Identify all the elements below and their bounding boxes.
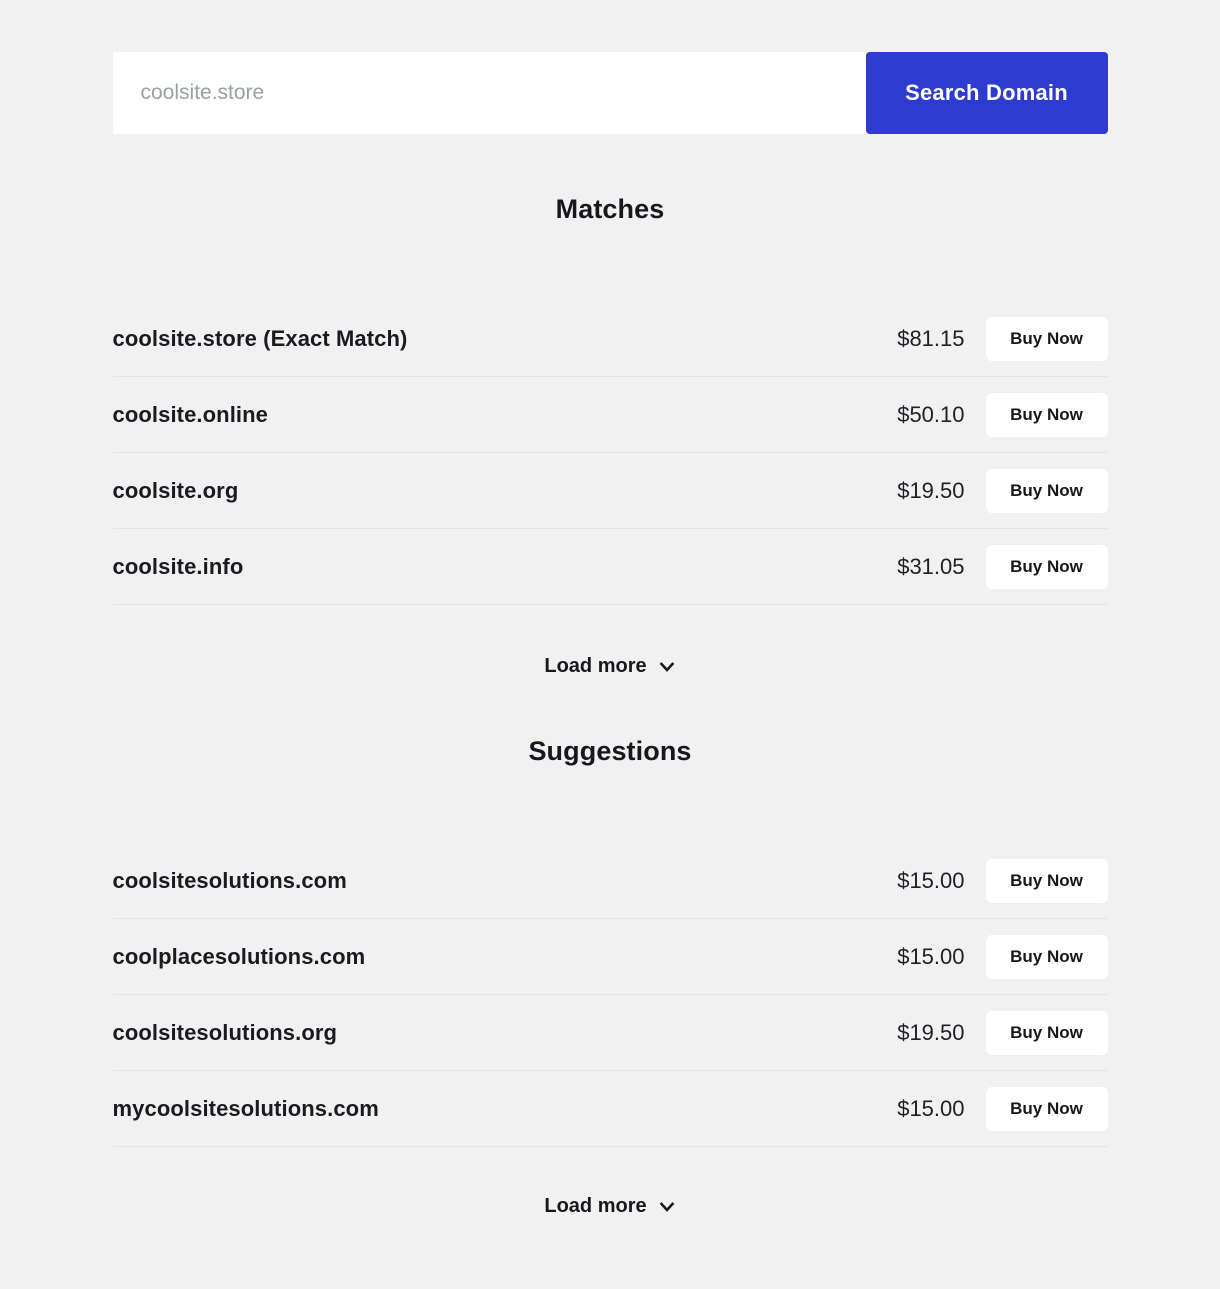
table-row: coolsitesolutions.org $19.50 Buy Now [112,995,1108,1071]
domain-price: $15.00 [897,943,965,969]
table-row: coolsite.online $50.10 Buy Now [112,377,1108,453]
domain-search-bar: Search Domain [112,52,1108,134]
buy-now-button[interactable]: Buy Now [985,392,1108,437]
search-domain-button[interactable]: Search Domain [865,52,1108,134]
matches-list: coolsite.store (Exact Match) $81.15 Buy … [112,301,1108,605]
buy-now-button[interactable]: Buy Now [985,934,1108,979]
suggestions-list: coolsitesolutions.com $15.00 Buy Now coo… [112,843,1108,1147]
load-more-label: Load more [544,1195,647,1217]
load-more-suggestions-button[interactable]: Load more [113,1195,1108,1218]
table-row: coolplacesolutions.com $15.00 Buy Now [112,919,1108,995]
domain-name: mycoolsitesolutions.com [112,1095,379,1121]
table-row: coolsite.org $19.50 Buy Now [112,453,1108,529]
domain-name: coolsite.info [112,553,244,579]
table-row: mycoolsitesolutions.com $15.00 Buy Now [112,1071,1108,1147]
domain-price: $31.05 [897,553,965,579]
matches-heading: Matches [555,194,665,224]
table-row: coolsitesolutions.com $15.00 Buy Now [112,843,1108,919]
domain-price: $19.50 [897,1019,965,1045]
suggestions-heading: Suggestions [528,736,692,766]
domain-search-page: Search Domain Matches coolsite.store (Ex… [0,0,1220,1289]
buy-now-button[interactable]: Buy Now [985,316,1108,361]
domain-price: $50.10 [897,401,965,427]
domain-price: $15.00 [897,867,965,893]
table-row: coolsite.store (Exact Match) $81.15 Buy … [112,301,1108,377]
chevron-down-icon [658,658,676,676]
domain-price: $81.15 [897,325,965,351]
content-container: Search Domain Matches coolsite.store (Ex… [112,52,1108,1218]
domain-name: coolsite.org [112,477,239,503]
domain-name: coolsite.online [112,401,269,427]
domain-name: coolsitesolutions.com [112,867,347,893]
buy-now-button[interactable]: Buy Now [985,858,1108,903]
domain-price: $15.00 [897,1095,965,1121]
domain-search-input[interactable] [112,52,866,134]
chevron-down-icon [658,1198,676,1216]
table-row: coolsite.info $31.05 Buy Now [112,529,1108,605]
domain-price: $19.50 [897,477,965,503]
domain-name: coolsitesolutions.org [112,1019,338,1045]
buy-now-button[interactable]: Buy Now [985,544,1108,589]
load-more-matches-button[interactable]: Load more [113,655,1108,678]
buy-now-button[interactable]: Buy Now [985,1010,1108,1055]
load-more-label: Load more [544,655,647,677]
buy-now-button[interactable]: Buy Now [985,1086,1108,1131]
domain-name: coolsite.store (Exact Match) [112,325,408,351]
buy-now-button[interactable]: Buy Now [985,468,1108,513]
domain-name: coolplacesolutions.com [112,943,366,969]
